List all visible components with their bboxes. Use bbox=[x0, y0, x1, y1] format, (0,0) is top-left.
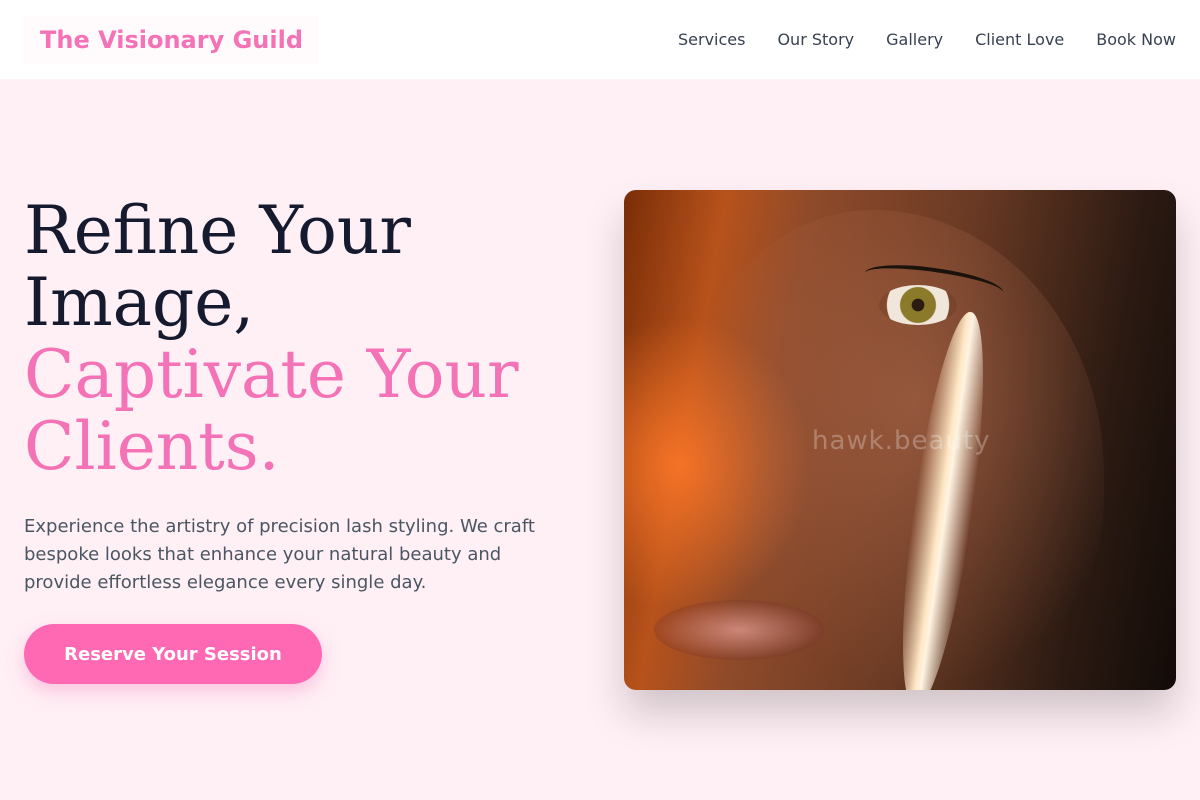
main-nav: Services Our Story Gallery Client Love B… bbox=[678, 0, 1176, 79]
headline-line: Refine Your bbox=[24, 192, 411, 269]
brand-logo[interactable]: The Visionary Guild bbox=[24, 15, 320, 64]
site-header: The Visionary Guild Services Our Story G… bbox=[0, 0, 1200, 79]
nav-link-our-story[interactable]: Our Story bbox=[777, 30, 854, 49]
nav-link-services[interactable]: Services bbox=[678, 30, 745, 49]
hero-headline: Refine Your Image, Captivate Your Client… bbox=[24, 195, 584, 483]
lips bbox=[654, 600, 824, 660]
hero-description: Experience the artistry of precision las… bbox=[24, 516, 535, 593]
reserve-session-button[interactable]: Reserve Your Session bbox=[24, 624, 322, 684]
headline-accent-line: Captivate Your bbox=[24, 336, 519, 413]
headline-line: Image, bbox=[24, 264, 255, 341]
hero-content: Refine Your Image, Captivate Your Client… bbox=[24, 195, 584, 597]
nav-link-gallery[interactable]: Gallery bbox=[886, 30, 943, 49]
eye bbox=[879, 285, 957, 325]
hero-image: hawk.beauty bbox=[624, 190, 1176, 690]
nav-link-client-love[interactable]: Client Love bbox=[975, 30, 1064, 49]
headline-accent-line: Clients. bbox=[24, 408, 280, 485]
image-watermark: hawk.beauty bbox=[812, 426, 991, 456]
nav-link-book-now[interactable]: Book Now bbox=[1096, 30, 1176, 49]
